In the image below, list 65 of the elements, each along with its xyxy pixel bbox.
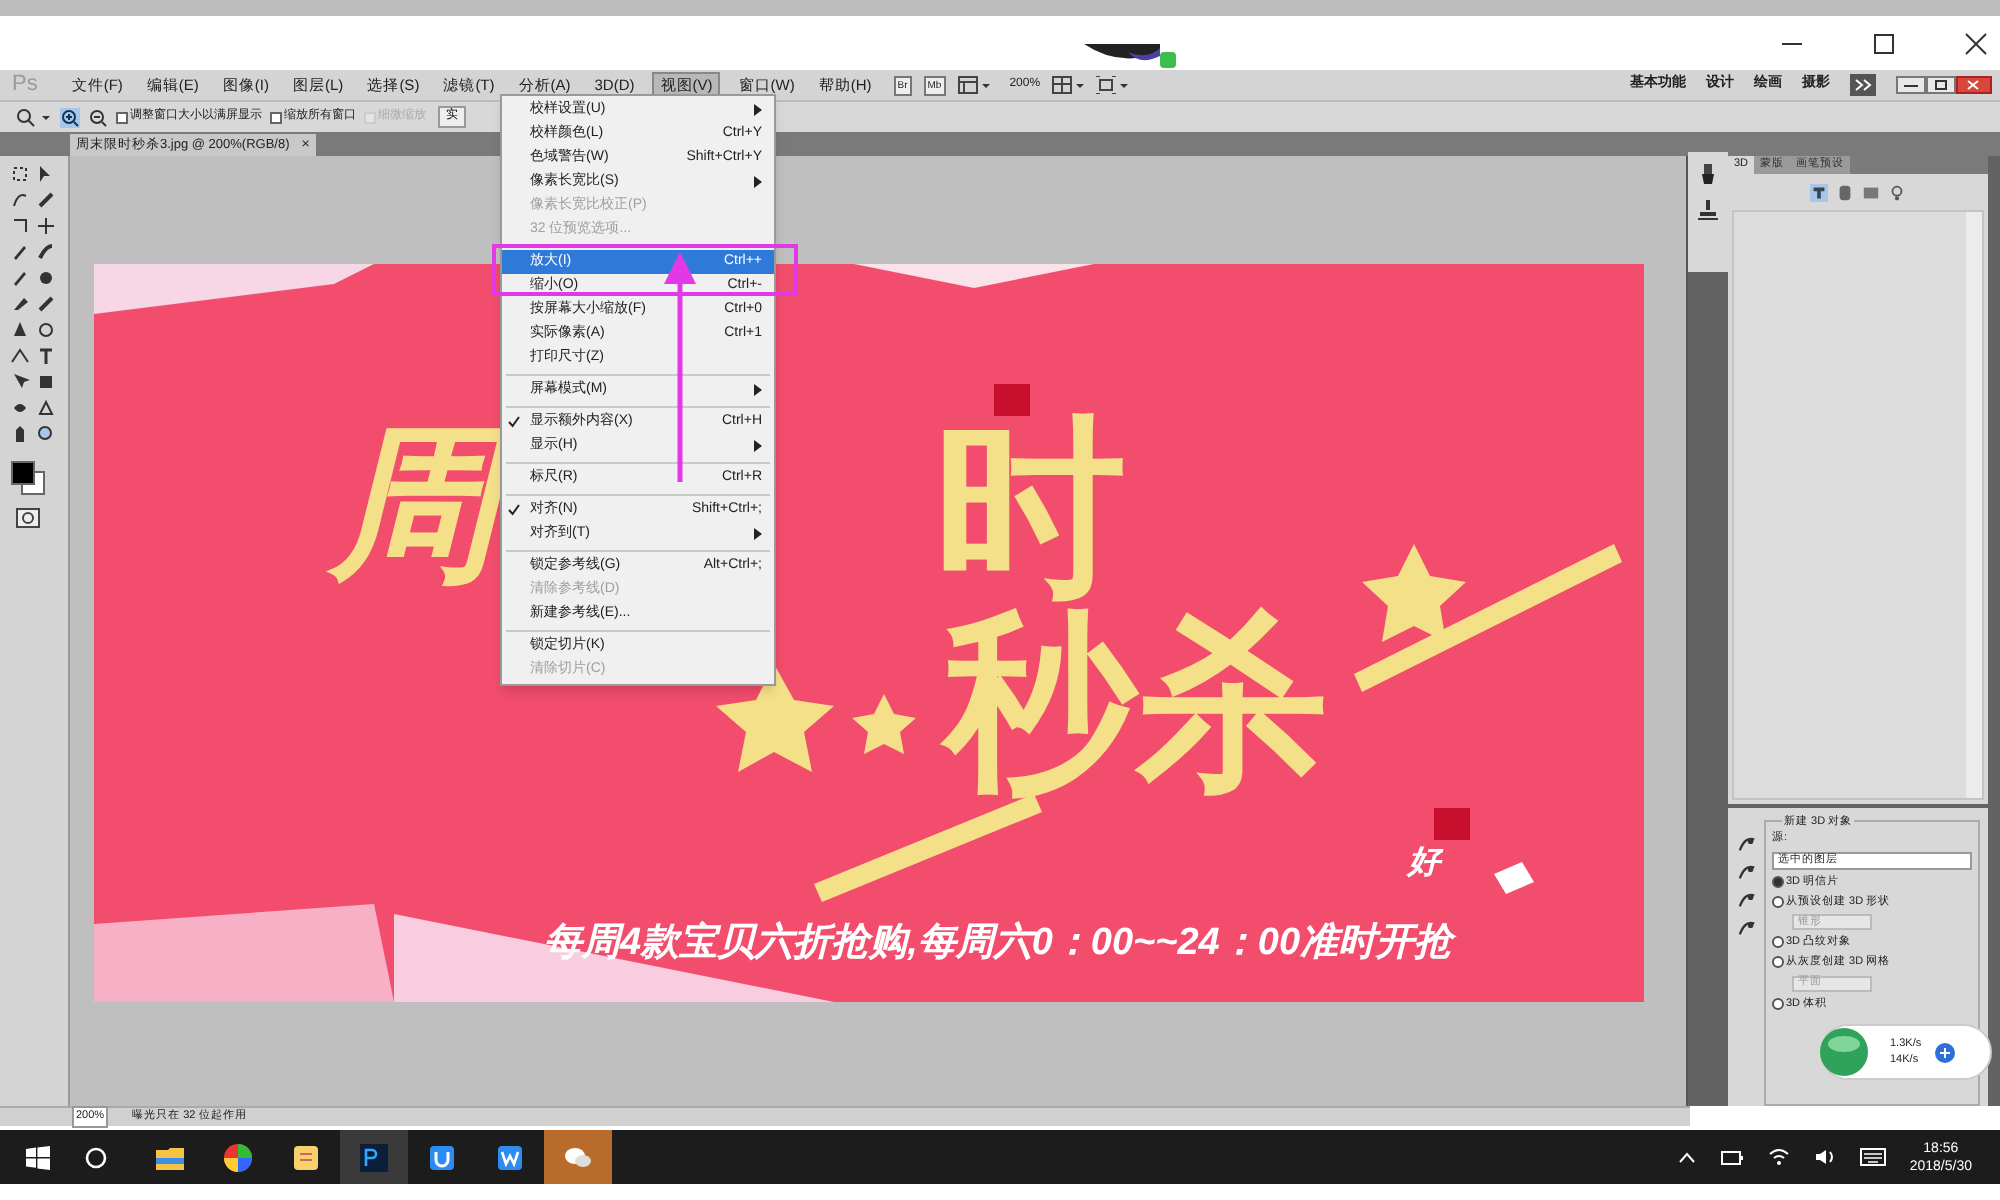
- windows-start-icon[interactable]: [26, 1145, 50, 1169]
- chevron-up-icon[interactable]: [1677, 1151, 1696, 1163]
- speaker-icon[interactable]: [1813, 1148, 1836, 1166]
- zoom-in-icon[interactable]: [60, 107, 80, 127]
- banner-title-text: 周: [330, 420, 498, 588]
- submenu-arrow-icon: [754, 176, 762, 188]
- photoshop-icon[interactable]: [358, 1141, 390, 1173]
- color-wheel-icon[interactable]: [222, 1141, 254, 1173]
- camera-tool-icon[interactable]: [1737, 836, 1755, 855]
- screen-mode-icon[interactable]: [1096, 76, 1129, 94]
- material-icon[interactable]: [1862, 183, 1880, 201]
- add-icon[interactable]: [1933, 1041, 1956, 1063]
- radio-button[interactable]: [1772, 997, 1784, 1010]
- submenu-arrow-icon: [754, 384, 762, 396]
- checkmark-icon: [508, 416, 520, 428]
- more-workspaces-icon[interactable]: [1850, 74, 1876, 96]
- brush-icon[interactable]: [1698, 164, 1718, 184]
- tool-icon[interactable]: [36, 346, 56, 366]
- checkbox[interactable]: [116, 111, 128, 123]
- zoom-tool-icon[interactable]: [16, 107, 52, 127]
- color-swatches-icon[interactable]: [10, 460, 50, 496]
- radio-button[interactable]: [1772, 956, 1784, 969]
- banner-title-text: 秒杀: [944, 608, 1328, 800]
- star-icon: [1362, 544, 1466, 642]
- app-logo: Ps: [12, 74, 38, 96]
- checkmark-icon: [508, 504, 520, 516]
- star-icon: [852, 694, 916, 754]
- gift-icon: [1434, 808, 1470, 840]
- scene-icon[interactable]: [1810, 183, 1828, 201]
- view-extras-icon[interactable]: [957, 76, 990, 94]
- app-icon[interactable]: [426, 1141, 458, 1173]
- search-icon[interactable]: [84, 1145, 108, 1169]
- radio-button[interactable]: [1772, 875, 1784, 888]
- zoom-out-icon[interactable]: [88, 107, 108, 127]
- camera-tool-icon[interactable]: [1737, 920, 1755, 939]
- close-icon[interactable]: [1964, 31, 1988, 55]
- star-icon: [716, 664, 834, 772]
- submenu-arrow-icon: [754, 440, 762, 452]
- gift-icon: [994, 384, 1030, 416]
- submenu-arrow-icon: [754, 104, 762, 116]
- tool-icon[interactable]: [36, 216, 56, 236]
- arrange-icon[interactable]: [1052, 76, 1085, 94]
- app-icon[interactable]: [494, 1141, 526, 1173]
- camera-tool-icon[interactable]: [1737, 892, 1755, 911]
- banner-title-text: 时: [934, 414, 1126, 606]
- quick-mask-icon[interactable]: [16, 508, 40, 528]
- avatar-icon: [1080, 44, 1180, 70]
- light-icon[interactable]: [1888, 183, 1906, 201]
- submenu-arrow-icon: [754, 528, 762, 540]
- scrollbar[interactable]: [1966, 212, 1982, 799]
- maximize-icon[interactable]: [1872, 31, 1896, 55]
- decoration-shape: [1494, 862, 1534, 894]
- keyboard-icon[interactable]: [1859, 1148, 1886, 1166]
- speed-ball-icon: [1818, 1026, 1870, 1078]
- notes-app-icon[interactable]: [290, 1141, 322, 1173]
- mesh-icon[interactable]: [1836, 183, 1854, 201]
- wifi-icon[interactable]: [1767, 1148, 1790, 1166]
- stamp-icon[interactable]: [1698, 200, 1718, 220]
- camera-tool-icon[interactable]: [1737, 864, 1755, 883]
- radio-button[interactable]: [1772, 936, 1784, 949]
- window-controls-icon[interactable]: [1896, 76, 1992, 94]
- battery-icon[interactable]: [1719, 1148, 1744, 1166]
- checkbox[interactable]: [270, 111, 282, 123]
- banner-tag-text: 好: [1408, 848, 1440, 880]
- radio-button[interactable]: [1772, 895, 1784, 908]
